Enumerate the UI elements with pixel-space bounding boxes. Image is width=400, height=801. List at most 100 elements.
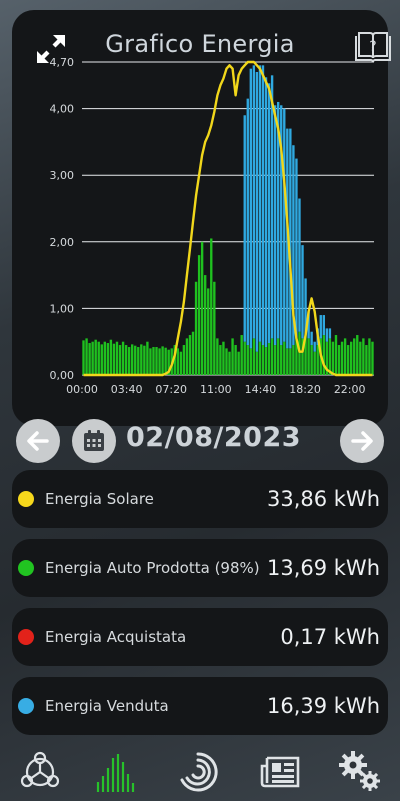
spiral-gauge-icon[interactable] [176,750,220,794]
legend-dot-auto-prodotta [18,560,34,576]
bar-auto-prodotta [343,338,347,375]
stat-value: 16,39 kWh [266,694,380,718]
stat-label: Energia Venduta [45,697,169,715]
bar-auto-prodotta [362,338,365,375]
arrow-right-icon [351,431,373,451]
bar-auto-prodotta [210,238,213,375]
legend-dot-acquistata [18,629,34,645]
bar-auto-prodotta [115,341,119,375]
bar-auto-prodotta [334,335,338,375]
bar-auto-prodotta [121,341,125,375]
stat-energia-auto-prodotta: Energia Auto Prodotta (98%) 13,69 kWh [12,539,388,597]
bar-auto-prodotta [353,338,356,375]
bar-auto-prodotta [283,341,286,375]
bar-auto-prodotta [106,343,110,375]
bar-auto-prodotta [280,345,283,375]
next-day-button[interactable] [340,419,384,463]
bar-auto-prodotta [182,345,186,375]
bar-auto-prodotta [204,275,207,375]
legend-dot-solare [18,491,34,507]
bar-auto-prodotta [200,241,204,375]
bar-auto-prodotta [152,347,155,375]
bar-auto-prodotta [103,341,106,375]
bar-auto-prodotta [109,339,113,375]
bar-auto-prodotta [149,348,152,375]
bar-auto-prodotta [216,338,219,375]
bar-auto-prodotta [368,338,371,375]
gears-icon[interactable] [338,750,382,794]
bar-auto-prodotta [307,338,310,375]
bar-auto-prodotta [286,348,289,375]
bar-venduta [267,83,271,344]
bar-auto-prodotta [264,347,268,375]
bar-auto-prodotta [158,348,161,375]
energy-flow-icon[interactable] [18,750,62,794]
bar-auto-prodotta [289,348,292,375]
bar-auto-prodotta [356,335,359,375]
stat-label: Energia Solare [45,490,154,508]
legend-dot-venduta [18,698,34,714]
x-tick-label: 07:20 [155,383,187,396]
selected-date[interactable]: 02/08/2023 [126,422,301,453]
bar-auto-prodotta [100,344,103,375]
date-navigation: 02/08/2023 [0,416,400,464]
arrow-left-icon [27,431,49,451]
bar-auto-prodotta [359,341,362,375]
bar-auto-prodotta [97,341,100,375]
bar-auto-prodotta [277,338,280,375]
bar-venduta [313,341,316,352]
bar-auto-prodotta [197,255,201,375]
bar-auto-prodotta [267,343,271,375]
bar-auto-prodotta [292,345,295,375]
bar-venduta [325,328,329,342]
x-tick-label: 14:40 [245,383,277,396]
bar-auto-prodotta [237,351,240,375]
bar-auto-prodotta [313,351,316,375]
bar-venduta [270,75,274,339]
bar-auto-prodotta [140,344,143,375]
x-tick-label: 11:00 [200,383,232,396]
bar-auto-prodotta [112,343,116,375]
x-tick-label: 18:20 [289,383,321,396]
bar-auto-prodotta [234,345,237,375]
bar-auto-prodotta [252,338,256,375]
bar-auto-prodotta [371,341,374,375]
bar-auto-prodotta [91,341,94,375]
bar-venduta [252,65,256,339]
bar-venduta [249,68,252,349]
bar-auto-prodotta [270,338,274,375]
bar-auto-prodotta [273,345,277,375]
calendar-button[interactable] [72,419,116,463]
bar-auto-prodotta [155,347,158,375]
bar-auto-prodotta [340,341,344,375]
calendar-icon [84,430,104,451]
bar-chart-icon[interactable] [94,750,138,794]
x-tick-label: 22:00 [334,383,366,396]
bar-auto-prodotta [255,351,259,375]
chart-card: Grafico Energia ? 0,00 1,00 2,00 3,00 4,00 4,… [12,10,391,426]
bar-venduta [246,98,249,346]
energy-chart: 0,00 1,00 2,00 3,00 4,00 4,70 00:00 03:40 07:20 1… [50,56,374,396]
bar-auto-prodotta [164,347,167,375]
bar-venduta [283,108,286,342]
bar-auto-prodotta [118,345,122,375]
bar-venduta [298,198,301,332]
x-tick-label: 00:00 [66,383,98,396]
bar-auto-prodotta [258,341,262,375]
bar-auto-prodotta [310,345,313,375]
bar-venduta [301,245,304,339]
bar-auto-prodotta [346,345,350,375]
bar-auto-prodotta [213,281,216,375]
y-tick-label: 1,00 [50,302,75,315]
bar-auto-prodotta [134,345,137,375]
newspaper-icon[interactable] [258,750,302,794]
previous-day-button[interactable] [16,419,60,463]
bar-auto-prodotta [331,341,335,375]
bar-auto-prodotta [185,338,189,375]
bar-venduta [310,331,313,346]
bar-venduta [273,105,277,346]
bar-auto-prodotta [246,345,249,375]
bar-auto-prodotta [82,340,85,375]
bar-auto-prodotta [146,341,149,375]
bar-auto-prodotta [143,345,146,375]
